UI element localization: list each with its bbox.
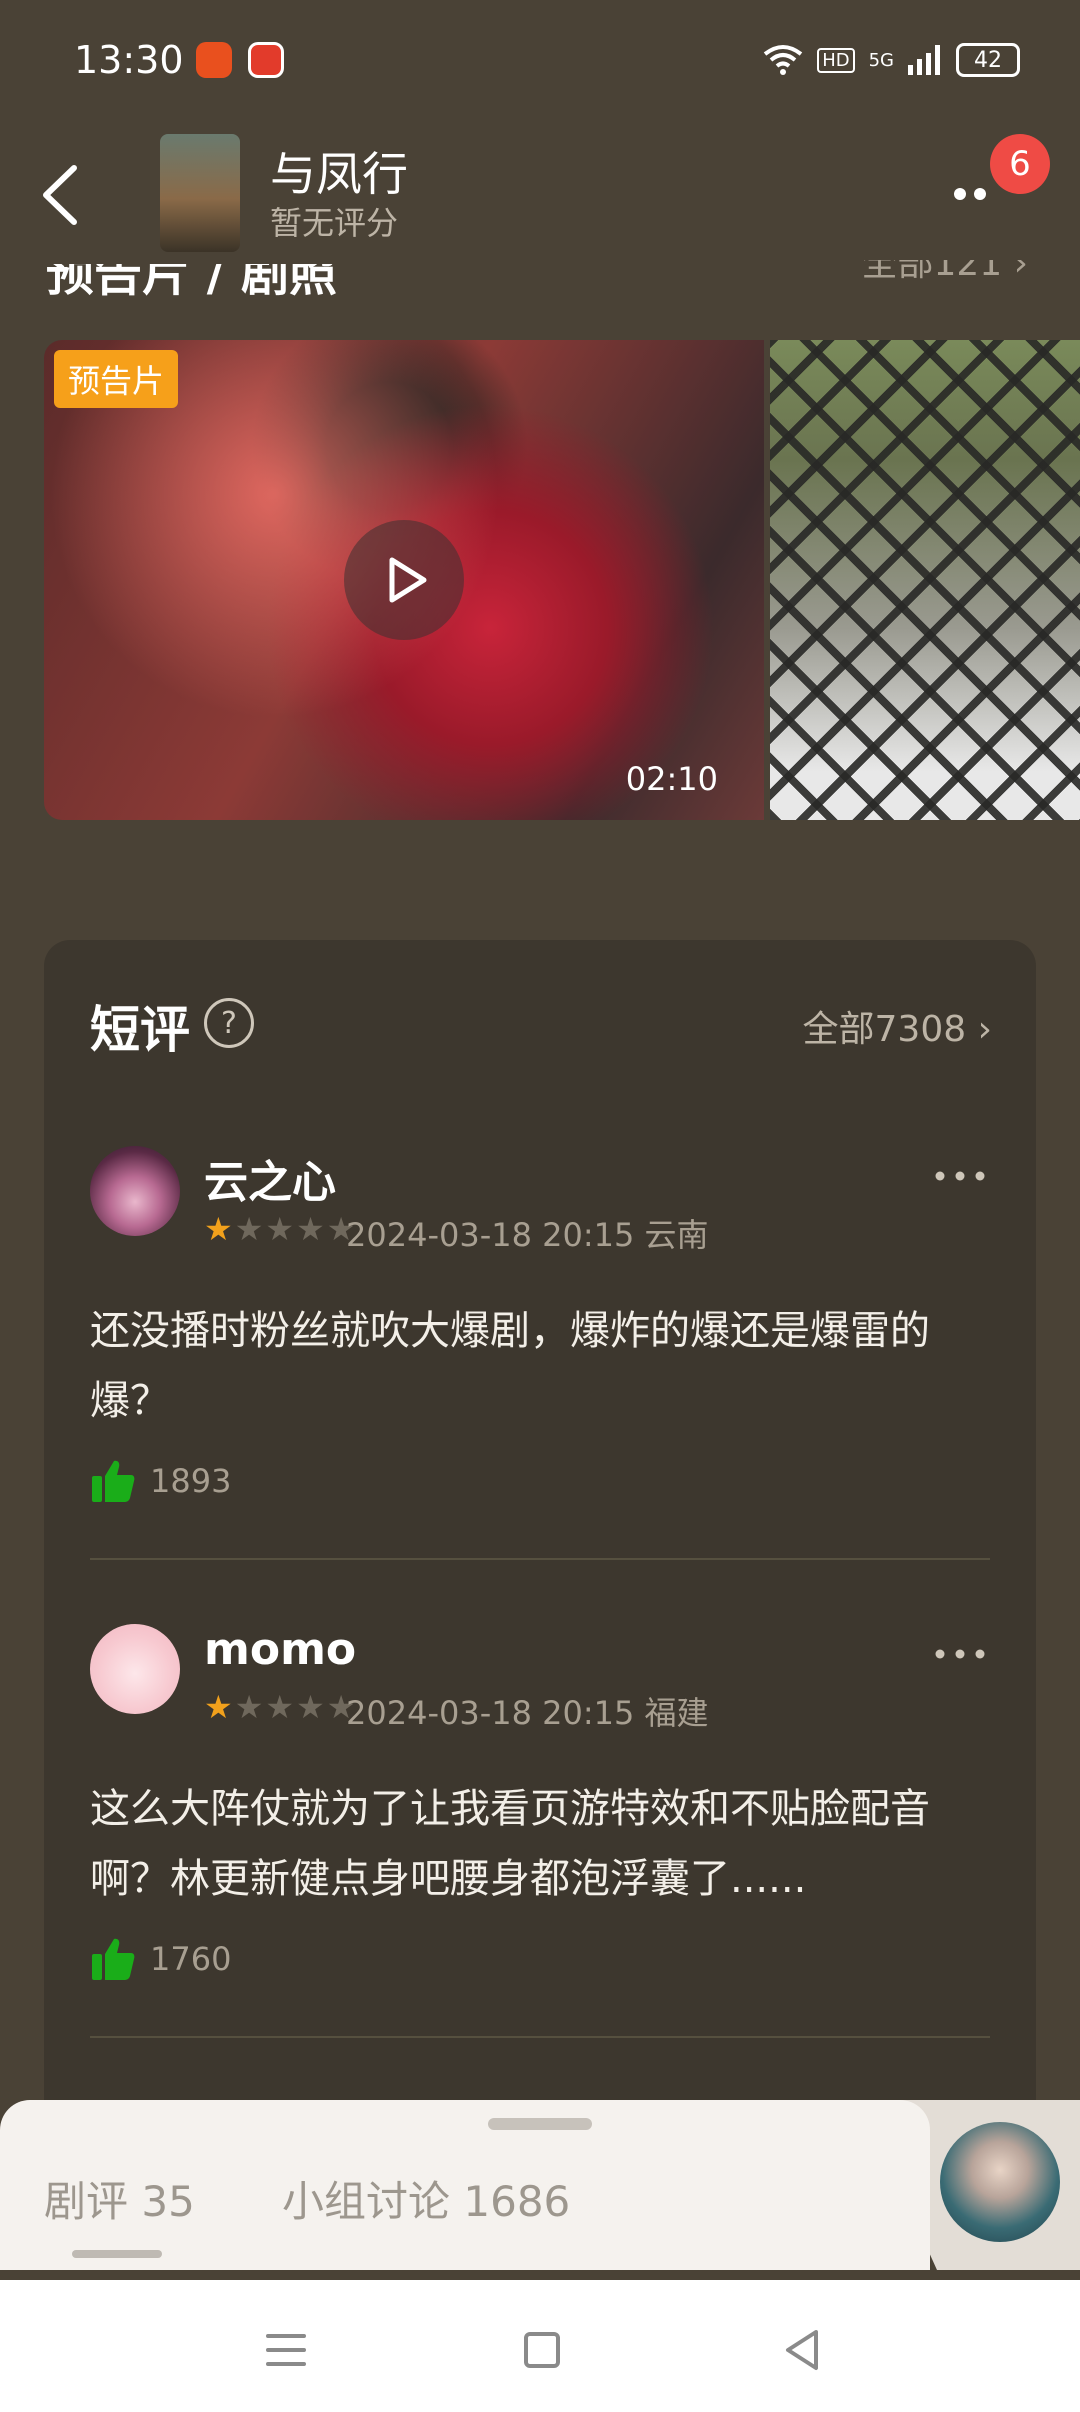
divider: [90, 1558, 990, 1560]
hd-icon: HD: [817, 47, 855, 73]
more-options-icon[interactable]: [930, 1644, 990, 1664]
assistant-avatar[interactable]: [940, 2122, 1060, 2242]
app-notification-icon: [248, 42, 284, 78]
tab-indicator: [72, 2250, 162, 2258]
home-icon[interactable]: [512, 2320, 572, 2380]
status-time: 13:30: [74, 38, 184, 82]
page-title: 与凤行: [270, 147, 408, 201]
review-username[interactable]: momo: [204, 1624, 356, 1675]
like-count: 1760: [150, 1940, 232, 1978]
app-notification-icon: [196, 42, 232, 78]
review-text: 这么大阵仗就为了让我看页游特效和不贴脸配音啊？林更新健点身吧腰身都泡浮囊了...…: [90, 1786, 930, 1902]
review-item: momo ★★★★★ 2024-03-18 20:15 福建 这么大阵仗就为了让…: [90, 1624, 990, 2044]
like-count: 1893: [150, 1462, 232, 1500]
status-bar: 13:30 HD 5G 42: [0, 0, 1080, 120]
like-button[interactable]: 1893: [90, 1458, 231, 1504]
star-icon: ★★★★: [234, 1210, 358, 1248]
thumbs-up-icon: [92, 1460, 135, 1502]
drama-still-photo[interactable]: [770, 340, 1080, 820]
star-rating: ★★★★★: [204, 1210, 357, 1248]
star-rating: ★★★★★: [204, 1688, 357, 1726]
star-icon: ★: [204, 1210, 235, 1248]
review-item: 云之心 ★★★★★ 2024-03-18 20:15 云南 还没播时粉丝就吹大爆…: [90, 1146, 990, 1566]
system-navigation-bar: [0, 2280, 1080, 2412]
all-short-reviews-link[interactable]: 全部7308 ›: [803, 1000, 992, 1052]
bottom-sheet: 剧评 35 小组讨论 1686: [0, 2100, 1080, 2270]
back-icon[interactable]: [772, 2320, 832, 2380]
tab-label: 剧评: [44, 2177, 129, 2226]
signal-icon: [908, 45, 940, 75]
review-username[interactable]: 云之心: [204, 1146, 336, 1210]
avatar[interactable]: [90, 1146, 180, 1236]
tab-group-discussion[interactable]: 小组讨论 1686: [282, 2168, 570, 2229]
battery-level: 42: [974, 47, 1002, 73]
like-button[interactable]: 1760: [90, 1936, 231, 1982]
help-icon[interactable]: ?: [204, 998, 254, 1048]
tab-count: 35: [141, 2177, 195, 2226]
avatar[interactable]: [90, 1624, 180, 1714]
video-duration: 02:10: [625, 760, 718, 798]
play-button[interactable]: [344, 520, 464, 640]
star-icon: ★: [204, 1688, 235, 1726]
menu-icon[interactable]: [256, 2320, 316, 2380]
wifi-icon: [763, 45, 803, 75]
thumbs-up-icon: [92, 1938, 135, 1980]
short-reviews-card: 短评 ? 全部7308 › 云之心 ★★★★★ 2024-03-18 20:15…: [44, 940, 1036, 2140]
drama-poster-thumbnail[interactable]: [160, 134, 240, 252]
tab-label: 小组讨论: [282, 2177, 451, 2226]
rating-status: 暂无评分: [270, 204, 399, 242]
drag-handle[interactable]: [488, 2118, 592, 2130]
battery-icon: 42: [956, 43, 1020, 77]
trailer-tag: 预告片: [54, 350, 179, 408]
all-short-reviews-label: 全部7308: [802, 1009, 967, 1050]
star-icon: ★★★★: [234, 1688, 358, 1726]
status-icons: HD 5G 42: [763, 40, 1020, 80]
play-icon: [389, 557, 427, 603]
back-arrow-icon[interactable]: [36, 160, 96, 230]
more-options-icon[interactable]: [930, 1166, 990, 1186]
tab-count: 1686: [463, 2177, 571, 2226]
divider: [90, 2036, 990, 2038]
short-reviews-title: 短评: [90, 1001, 190, 1059]
trailer-video-card[interactable]: 预告片 02:10: [44, 340, 764, 820]
notification-badge[interactable]: 6: [990, 134, 1050, 194]
network-label: 5G: [868, 49, 894, 71]
review-meta: 2024-03-18 20:15 云南: [346, 1216, 709, 1254]
chevron-right-icon: ›: [977, 1009, 992, 1050]
review-meta: 2024-03-18 20:15 福建: [346, 1694, 709, 1732]
tab-drama-reviews[interactable]: 剧评 35: [44, 2168, 195, 2229]
top-navigation-bar: 与凤行 暂无评分 6: [0, 120, 1080, 260]
review-text: 还没播时粉丝就吹大爆剧，爆炸的爆还是爆雷的爆？: [90, 1308, 930, 1424]
